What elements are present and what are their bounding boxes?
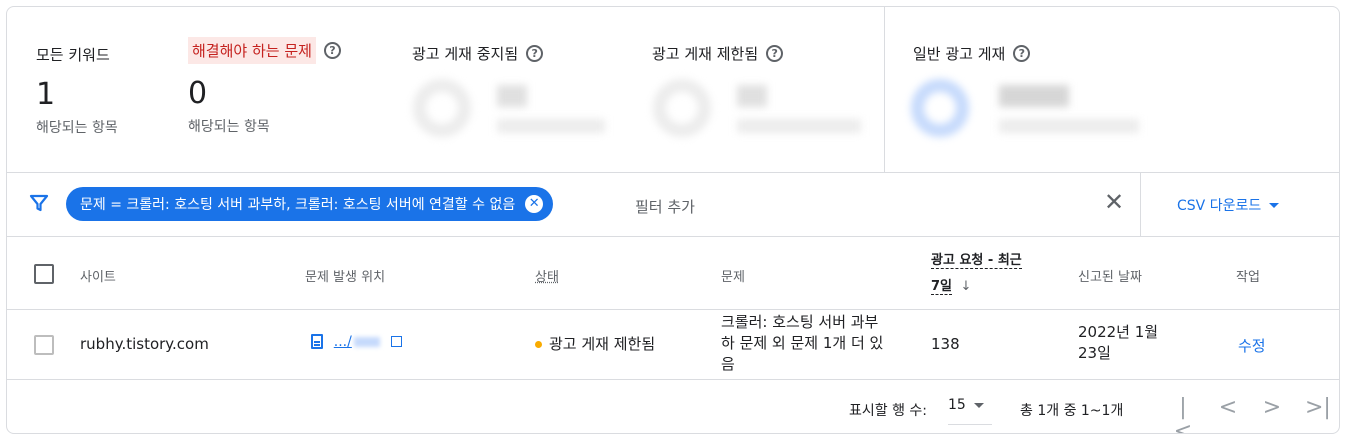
- redacted-value: [497, 85, 527, 107]
- header-ad-requests-line2: 7일: [931, 279, 953, 295]
- status-label: 광고 게재 제한됨: [549, 335, 656, 353]
- redacted-chart: [653, 79, 711, 137]
- redacted-chart: [911, 79, 969, 137]
- metric-sub: 해당되는 항목: [36, 120, 118, 136]
- next-page-icon[interactable]: >: [1260, 396, 1284, 420]
- pagination-range: 총 1개 중 1~1개: [1020, 403, 1124, 419]
- last-page-icon[interactable]: >|: [1305, 396, 1331, 420]
- cell-location[interactable]: .../: [311, 332, 402, 350]
- table-header: 사이트 문제 발생 위치 상태 문제 광고 요청 - 최근 7일 ↓ 신고된 날…: [7, 238, 1339, 310]
- status-dot-icon: [535, 341, 542, 348]
- add-filter-input[interactable]: 필터 추가: [635, 196, 695, 217]
- redacted-chart: [413, 79, 471, 137]
- filter-chip-label: 문제 = 크롤러: 호스팅 서버 과부하, 크롤러: 호스팅 서버에 연결할 수…: [80, 197, 516, 213]
- policy-center-card: 모든 키워드 1 해당되는 항목 해결해야 하는 문제 ? 0 해당되는 항목 …: [6, 6, 1340, 434]
- prev-page-icon[interactable]: <: [1216, 396, 1240, 420]
- fix-link[interactable]: 수정: [1238, 335, 1266, 356]
- table-footer: 표시할 행 수: 15 총 1개 중 1~1개 |< < > >|: [7, 380, 1339, 434]
- cell-ad-requests: 138: [931, 335, 960, 353]
- rows-per-page-value: 15: [948, 397, 966, 413]
- table-row: rubhy.tistory.com .../ 광고 게재 제한됨 크롤러: 호스…: [7, 310, 1339, 380]
- header-status[interactable]: 상태: [535, 266, 559, 285]
- summary-divider: [884, 7, 885, 173]
- help-icon[interactable]: ?: [526, 45, 544, 62]
- redacted-sub: [497, 119, 605, 133]
- help-icon[interactable]: ?: [1013, 45, 1031, 62]
- header-ad-requests-line1: 광고 요청 - 최근: [931, 253, 1022, 269]
- first-page-icon[interactable]: |<: [1171, 396, 1195, 434]
- cell-issue: 크롤러: 호스팅 서버 과부하 문제 외 문제 1개 더 있음: [721, 313, 884, 373]
- metric-label: 광고 게재 중지됨: [412, 45, 519, 63]
- header-reported-date[interactable]: 신고된 날짜: [1078, 266, 1142, 285]
- cell-reported-date: 2022년 1월 23일: [1078, 323, 1159, 362]
- metric-value: 1: [36, 77, 56, 112]
- row-checkbox[interactable]: [34, 335, 54, 355]
- metric-label: 광고 게재 제한됨: [652, 45, 759, 63]
- redacted-value: [737, 85, 767, 107]
- metric-label: 해결해야 하는 문제: [188, 37, 316, 64]
- redacted-value: [999, 85, 1069, 107]
- header-site[interactable]: 사이트: [80, 266, 116, 285]
- metric-label: 모든 키워드: [36, 46, 110, 64]
- sort-down-icon: ↓: [960, 279, 972, 294]
- metric-sub: 해당되는 항목: [188, 119, 270, 135]
- clear-filters-icon[interactable]: ✕: [1102, 190, 1126, 214]
- cell-site: rubhy.tistory.com: [80, 335, 209, 353]
- metric-serving-limited[interactable]: 광고 게재 제한됨 ?: [652, 43, 784, 64]
- metric-serving-stopped[interactable]: 광고 게재 중지됨 ?: [412, 43, 544, 64]
- external-link-icon[interactable]: [390, 336, 402, 347]
- metric-all-keywords[interactable]: 모든 키워드 1 해당되는 항목: [36, 44, 118, 137]
- filter-chip[interactable]: 문제 = 크롤러: 호스팅 서버 과부하, 크롤러: 호스팅 서버에 연결할 수…: [66, 187, 554, 221]
- filter-bar: 문제 = 크롤러: 호스팅 서버 과부하, 크롤러: 호스팅 서버에 연결할 수…: [7, 173, 1339, 237]
- csv-download-label: CSV 다운로드: [1177, 198, 1262, 214]
- remove-filter-icon[interactable]: ✕: [525, 195, 544, 213]
- redacted-path: [353, 336, 380, 347]
- document-icon: [311, 334, 323, 349]
- csv-divider: [1140, 173, 1141, 237]
- header-location[interactable]: 문제 발생 위치: [305, 266, 385, 285]
- filter-icon[interactable]: [29, 193, 49, 213]
- header-action: 작업: [1236, 270, 1260, 285]
- metric-needs-fixing[interactable]: 해결해야 하는 문제 ? 0 해당되는 항목: [188, 37, 341, 136]
- metric-serving-normal[interactable]: 일반 광고 게재 ?: [913, 43, 1031, 64]
- rows-per-page-select[interactable]: 15: [948, 397, 992, 425]
- header-issue[interactable]: 문제: [721, 266, 745, 285]
- dropdown-arrow-icon: [973, 403, 984, 408]
- summary-panel: 모든 키워드 1 해당되는 항목 해결해야 하는 문제 ? 0 해당되는 항목 …: [7, 7, 1339, 173]
- help-icon[interactable]: ?: [766, 45, 784, 62]
- help-icon[interactable]: ?: [323, 42, 341, 59]
- location-link[interactable]: .../: [334, 334, 352, 350]
- redacted-sub: [737, 119, 861, 133]
- rows-per-page-label: 표시할 행 수:: [849, 403, 928, 419]
- metric-value: 0: [188, 76, 208, 111]
- csv-download-button[interactable]: CSV 다운로드: [1177, 195, 1280, 215]
- cell-status: 광고 게재 제한됨: [535, 333, 655, 354]
- redacted-sub: [999, 119, 1139, 133]
- dropdown-arrow-icon: [1269, 202, 1280, 208]
- select-all-checkbox[interactable]: [34, 264, 54, 284]
- metric-label: 일반 광고 게재: [913, 45, 1006, 63]
- header-ad-requests[interactable]: 광고 요청 - 최근 7일 ↓: [931, 248, 1022, 300]
